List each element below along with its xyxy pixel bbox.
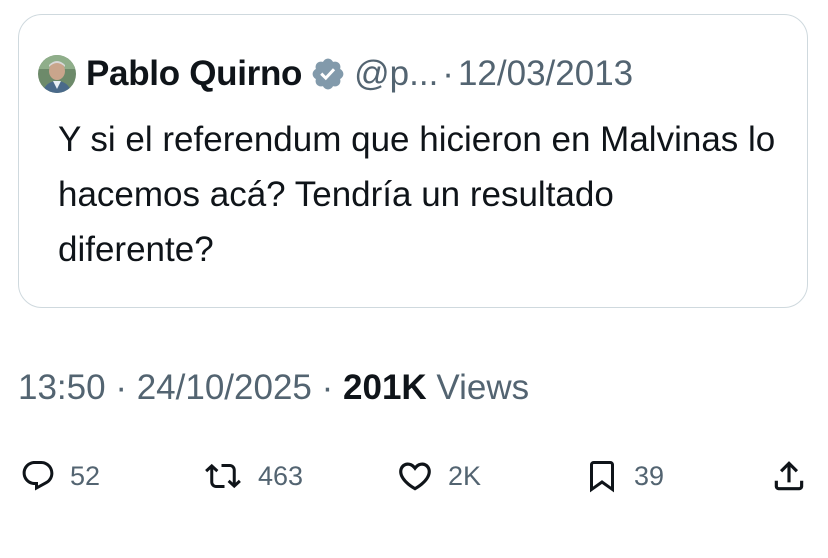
quoted-tweet-text: Y si el referendum que hicieron en Malvi… xyxy=(58,120,776,269)
bookmark-button[interactable]: 39 xyxy=(584,456,664,496)
tweet-time[interactable]: 13:50 xyxy=(18,368,106,407)
tweet-detail: Pablo Quirno @p... · 12/03/2013 Y si el … xyxy=(0,0,828,558)
retweet-count: 463 xyxy=(258,460,304,491)
reply-button[interactable]: 52 xyxy=(20,456,100,496)
bookmark-icon xyxy=(584,457,620,495)
tweet-meta: 13:50 · 24/10/2025 · 201K Views xyxy=(18,368,529,408)
views-count[interactable]: 201K xyxy=(343,368,427,407)
retweet-icon xyxy=(202,458,244,494)
heart-icon xyxy=(396,457,434,495)
like-button[interactable]: 2K xyxy=(396,456,481,496)
reply-icon xyxy=(20,458,56,494)
share-icon xyxy=(770,457,808,495)
quoted-tweet-date[interactable]: 12/03/2013 xyxy=(458,54,633,94)
avatar[interactable] xyxy=(38,55,76,93)
quoted-tweet-header: Pablo Quirno @p... · 12/03/2013 xyxy=(38,52,633,96)
retweet-button[interactable]: 463 xyxy=(202,456,303,496)
author-name[interactable]: Pablo Quirno xyxy=(86,54,302,94)
meta-separator: · xyxy=(321,368,334,407)
tweet-date[interactable]: 24/10/2025 xyxy=(137,368,312,407)
share-button[interactable] xyxy=(770,456,808,496)
author-handle[interactable]: @p... xyxy=(354,54,438,94)
like-count: 2K xyxy=(448,460,482,491)
verified-badge-icon xyxy=(310,56,346,92)
meta-separator: · xyxy=(115,368,127,407)
bookmark-count: 39 xyxy=(634,460,665,491)
views-label[interactable]: Views xyxy=(436,368,529,407)
reply-count: 52 xyxy=(70,460,101,491)
separator-dot: · xyxy=(442,54,454,93)
action-bar: 52 463 2K 39 xyxy=(0,452,828,502)
